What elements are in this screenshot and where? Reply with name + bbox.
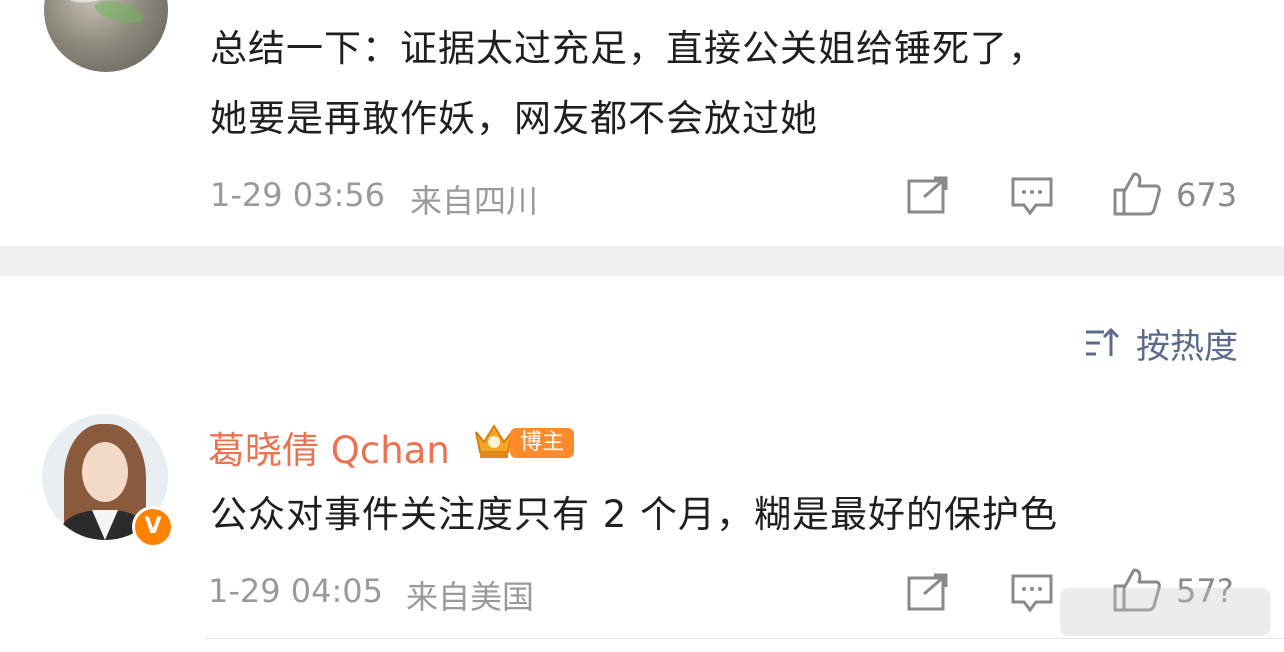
- comment-icon[interactable]: [1010, 572, 1054, 614]
- username[interactable]: 葛晓倩 Qchan: [208, 420, 450, 474]
- scroll-indicator[interactable]: [1060, 588, 1270, 636]
- sort-button[interactable]: 按热度: [1084, 320, 1238, 367]
- comment-text-line: 总结一下：证据太过充足，直接公关姐给锤死了，: [210, 27, 1046, 70]
- like-icon[interactable]: [1112, 170, 1162, 218]
- comment-icon[interactable]: [1010, 175, 1054, 217]
- comment-text-line: 她要是再敢作妖，网友都不会放过她: [210, 97, 818, 140]
- sort-label: 按热度: [1136, 326, 1238, 367]
- verified-badge: V: [132, 506, 174, 548]
- section-divider: [0, 246, 1284, 276]
- share-icon[interactable]: [906, 572, 950, 612]
- comment-timestamp: 1-29 03:56: [210, 176, 386, 214]
- sort-icon: [1084, 326, 1120, 360]
- comment-timestamp: 1-29 04:05: [208, 572, 384, 610]
- badge-label: 博主: [510, 428, 575, 458]
- row-divider: [205, 638, 1284, 639]
- comment-location: 来自美国: [406, 578, 535, 616]
- share-icon[interactable]: [906, 175, 950, 215]
- avatar[interactable]: [44, 0, 168, 72]
- comment-text: 公众对事件关注度只有 2 个月，糊是最好的保护色: [210, 493, 1059, 536]
- comment-location: 来自四川: [410, 182, 539, 220]
- like-count: 673: [1176, 176, 1238, 214]
- blogger-badge: 博主: [472, 422, 575, 464]
